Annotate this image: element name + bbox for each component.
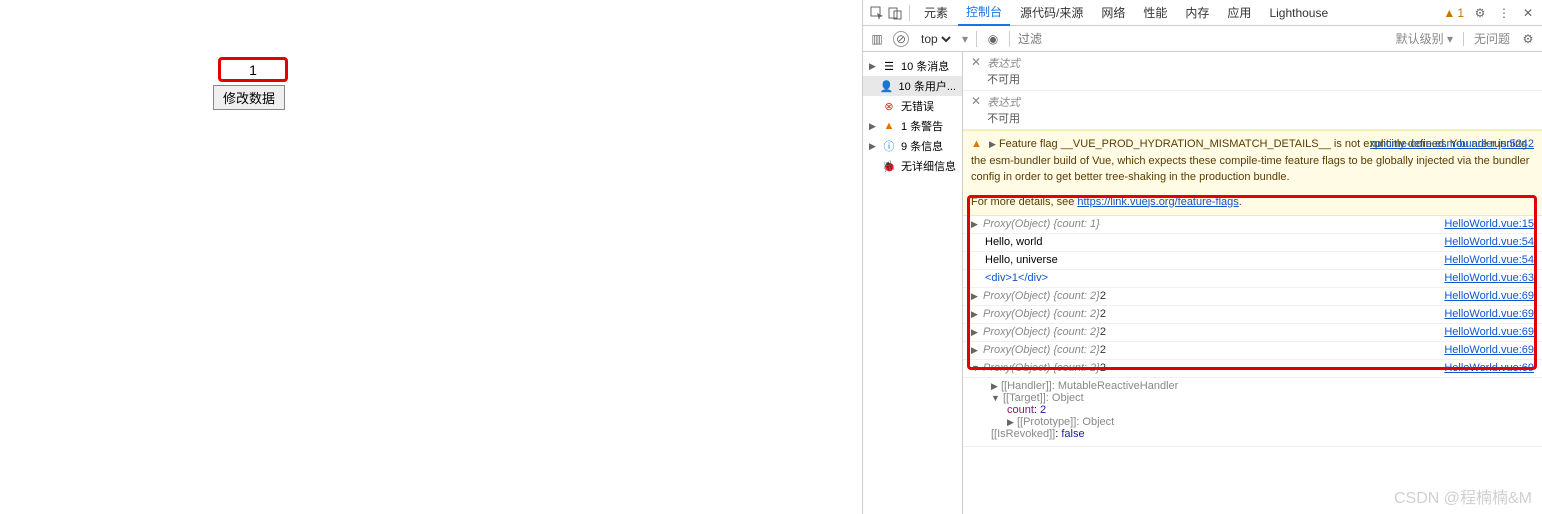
source-link[interactable]: HelloWorld.vue:69 [1444,326,1534,338]
live-expr-icon[interactable]: ◉ [985,31,1001,47]
close-icon[interactable]: ✕ [1520,5,1536,21]
console-log-row[interactable]: ▼Proxy(Object) {count: 2} 2HelloWorld.vu… [963,360,1542,378]
source-link[interactable]: HelloWorld.vue:54 [1444,254,1534,266]
tab-application[interactable]: 应用 [1219,0,1259,25]
devtools-panel: 元素 控制台 源代码/来源 网络 性能 内存 应用 Lighthouse ▲ 1… [862,0,1542,514]
filter-input[interactable] [1018,32,1388,46]
sidebar-toggle-icon[interactable]: ▥ [869,31,885,47]
remove-icon[interactable]: ✕ [971,94,981,108]
device-toggle-icon[interactable] [887,5,903,21]
sidebar-item[interactable]: 👤10 条用户... [863,76,962,96]
console-sidebar: ▶☰10 条消息 👤10 条用户... ⊗无错误 ▶▲1 条警告 ▶ⓘ9 条信息… [863,52,963,514]
console-log-row[interactable]: ▶Proxy(Object) {count: 2} 2HelloWorld.vu… [963,288,1542,306]
tab-lighthouse[interactable]: Lighthouse [1261,2,1336,24]
devtools-tab-bar: 元素 控制台 源代码/来源 网络 性能 内存 应用 Lighthouse ▲ 1… [863,0,1542,26]
warnings-badge[interactable]: ▲ 1 [1443,6,1464,20]
source-link[interactable]: runtime-core.esm-bundler.js:5242 [1370,136,1534,153]
console-warning: ▲ ▶ Feature flag __VUE_PROD_HYDRATION_MI… [963,130,1542,216]
clear-console-icon[interactable]: ⊘ [893,31,909,47]
sidebar-item[interactable]: ▶ⓘ9 条信息 [863,136,962,156]
watermark: CSDN @程楠楠&M [1394,484,1532,508]
sidebar-item[interactable]: ▶☰10 条消息 [863,56,962,76]
sidebar-item[interactable]: 🐞无详细信息 [863,156,962,176]
tab-memory[interactable]: 内存 [1177,0,1217,25]
sidebar-item[interactable]: ▶▲1 条警告 [863,116,962,136]
source-link[interactable]: HelloWorld.vue:63 [1444,272,1534,284]
console-log-row[interactable]: <div>1</div>HelloWorld.vue:63 [963,270,1542,288]
no-issues-label: 无问题 [1474,30,1510,47]
console-log-row[interactable]: Hello, worldHelloWorld.vue:54 [963,234,1542,252]
warn-icon: ▲ [971,138,982,150]
live-expression: ✕ 表达式不可用 [963,52,1542,91]
tab-elements[interactable]: 元素 [916,0,956,25]
tab-performance[interactable]: 性能 [1135,0,1175,25]
more-icon[interactable]: ⋮ [1496,5,1512,21]
gear-icon[interactable]: ⚙ [1472,5,1488,21]
source-link[interactable]: HelloWorld.vue:69 [1444,362,1534,374]
source-link[interactable]: HelloWorld.vue:69 [1444,308,1534,320]
live-expression: ✕ 表达式不可用 [963,91,1542,130]
context-select[interactable]: top [917,31,954,47]
remove-icon[interactable]: ✕ [971,55,981,69]
sidebar-item[interactable]: ⊗无错误 [863,96,962,116]
source-link[interactable]: HelloWorld.vue:69 [1444,290,1534,302]
console-log-row[interactable]: ▶Proxy(Object) {count: 2} 2HelloWorld.vu… [963,324,1542,342]
console-output: ✕ 表达式不可用 ✕ 表达式不可用 ▲ ▶ Feature flag __VUE… [963,52,1542,514]
docs-link[interactable]: https://link.vuejs.org/feature-flags [1077,196,1238,208]
counter-display: 1 [218,57,288,82]
console-log-row[interactable]: ▶Proxy(Object) {count: 2} 2HelloWorld.vu… [963,306,1542,324]
source-link[interactable]: HelloWorld.vue:15 [1444,218,1534,230]
expanded-object: ▶ [[Handler]]: MutableReactiveHandler ▼ … [963,378,1542,447]
tab-network[interactable]: 网络 [1093,0,1133,25]
console-log-row[interactable]: Hello, universeHelloWorld.vue:54 [963,252,1542,270]
console-toolbar: ▥ ⊘ top ▾ ◉ 默认级别 ▾ 无问题 ⚙ [863,26,1542,52]
log-level-select[interactable]: 默认级别 ▾ [1396,30,1453,47]
source-link[interactable]: HelloWorld.vue:54 [1444,236,1534,248]
source-link[interactable]: HelloWorld.vue:69 [1444,344,1534,356]
console-log-row[interactable]: ▶Proxy(Object) {count: 1}HelloWorld.vue:… [963,216,1542,234]
tab-sources[interactable]: 源代码/来源 [1012,0,1091,25]
tab-console[interactable]: 控制台 [958,0,1010,26]
inspect-icon[interactable] [869,5,885,21]
console-log-row[interactable]: ▶Proxy(Object) {count: 2} 2HelloWorld.vu… [963,342,1542,360]
settings-icon[interactable]: ⚙ [1520,31,1536,47]
modify-data-button[interactable]: 修改数据 [213,85,285,110]
